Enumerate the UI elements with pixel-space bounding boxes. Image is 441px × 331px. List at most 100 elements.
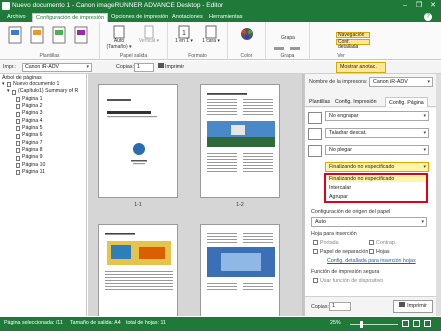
option-not-specified[interactable]: Finalizando no especificado [327, 176, 425, 182]
front-cover-checkbox[interactable]: Portada [313, 240, 339, 246]
template-icon[interactable] [52, 26, 68, 46]
tab-archivo[interactable]: Archivo [4, 13, 29, 22]
option-collate[interactable]: Intercalar [329, 185, 351, 191]
template-icon[interactable] [74, 26, 90, 46]
punch-value: Taladrar descat. [329, 130, 367, 136]
staple-value: No engrapar [329, 113, 359, 119]
minimize-button[interactable]: – [398, 0, 412, 12]
tab-print-config[interactable]: Config. Impresión [335, 99, 377, 105]
page-thumbnail[interactable] [98, 84, 178, 198]
maximize-button[interactable]: ❐ [412, 0, 426, 12]
finishing-value: Finalizando no especificado [329, 164, 395, 170]
zoom-slider-thumb[interactable] [360, 321, 363, 328]
paper-size-button[interactable]: Auto (Tamaño) ▾ [104, 25, 134, 50]
chevron-down-icon: ▾ [423, 113, 426, 119]
print-button[interactable]: Imprimir [393, 300, 433, 313]
tab-page-config[interactable]: Config. Página [385, 97, 428, 107]
device-function-checkbox[interactable]: Usar función de dispositivo [313, 278, 383, 284]
secure-print-label: Función de impresión segura [311, 269, 380, 275]
staple-button[interactable]: Grapa [270, 35, 306, 42]
printer-icon [158, 63, 164, 68]
checkbox-label: Contrap. [376, 240, 397, 246]
tree-page[interactable]: Página 11 [2, 169, 78, 176]
tab-annotations[interactable]: Anotaciones [169, 13, 206, 22]
page-content-image [105, 233, 173, 290]
tree-root[interactable]: ▾ Nuevo documento 1 [2, 81, 78, 88]
tree-page[interactable]: Página 2 [2, 103, 78, 110]
tab-templates[interactable]: Plantillas [309, 99, 330, 105]
page-thumbnail[interactable] [200, 84, 280, 198]
paper-source-select[interactable]: Auto ▾ [311, 217, 427, 227]
fold-select[interactable]: No plegar ▾ [325, 145, 429, 155]
template-icon[interactable] [8, 26, 24, 46]
show-annotations-button[interactable]: Mostrar anotac. [336, 62, 386, 73]
chevron-down-icon: ▾ [86, 64, 89, 70]
page-icon [16, 162, 20, 168]
print-label: Imprimir [407, 303, 427, 309]
app-icon [2, 2, 10, 10]
printer-value: Canon iR-ADV [25, 64, 60, 70]
fit-width-icon[interactable] [413, 320, 420, 327]
insert-settings-link[interactable]: Config. detallada para inserción hojas [327, 258, 416, 264]
punch-select[interactable]: Taladrar descat. ▾ [325, 128, 429, 138]
back-cover-checkbox[interactable]: Contrap. [369, 240, 396, 246]
tree-page[interactable]: Página 8 [2, 147, 78, 154]
tree-page[interactable]: Página 10 [2, 162, 78, 169]
finishing-select[interactable]: Finalizando no especificado ▾ [325, 162, 429, 172]
orientation-icon [144, 25, 154, 39]
fold-preview-icon [308, 145, 322, 157]
template-icon[interactable] [30, 26, 46, 46]
page-thumbnail[interactable] [200, 224, 280, 316]
copies-input[interactable]: 1 [329, 302, 351, 311]
printer-label: Impr.: [3, 64, 17, 70]
navigation-toggle[interactable]: Navegación [336, 32, 370, 38]
tree-page[interactable]: Página 1 [2, 96, 78, 103]
fit-page-icon[interactable] [402, 320, 409, 327]
help-icon[interactable]: ? [424, 13, 432, 21]
color-icon[interactable] [239, 26, 255, 42]
chapter-icon [12, 89, 16, 95]
group-paper: Auto (Tamaño) ▾ Vertical ▾ Papel salida [100, 22, 168, 60]
printer-select[interactable]: Canon iR-ADV ▾ [22, 63, 92, 72]
staple-icon [274, 47, 300, 50]
staple-select[interactable]: No engrapar ▾ [325, 111, 429, 121]
copies-label: Copias: [311, 304, 329, 310]
tree-page[interactable]: Página 7 [2, 140, 78, 147]
zoom-slider[interactable] [350, 324, 398, 325]
tab-tools[interactable]: Herramientas [206, 13, 246, 22]
layout-button[interactable]: 1 1 en 1 ▾ [171, 25, 197, 45]
window-title: Nuevo documento 1 - Canon imageRUNNER AD… [12, 2, 224, 9]
tree-page[interactable]: Página 5 [2, 125, 78, 132]
tree-page[interactable]: Página 9 [2, 154, 78, 161]
copies-input[interactable]: 1 [134, 63, 154, 72]
option-group[interactable]: Agrupar [329, 194, 348, 200]
settings-scrollbar[interactable] [436, 74, 441, 316]
separator-paper-checkbox[interactable]: Papel de separación [313, 249, 368, 255]
sheets-checkbox[interactable]: Hojas [369, 249, 390, 255]
tab-print-options[interactable]: Opciones de impresión [108, 13, 171, 22]
print-button[interactable]: Imprimir [158, 63, 186, 72]
group-label: Color [240, 53, 253, 59]
tree-chapter[interactable]: ▾ (Capítulo1) Summary of R [2, 88, 78, 95]
paper-icon [113, 25, 125, 39]
finishing-dropdown-list[interactable]: Finalizando no especificado Intercalar A… [324, 173, 428, 203]
printer-name-select[interactable]: Canon iR-ADV ▾ [369, 77, 433, 87]
detailed-settings-toggle[interactable]: Conf. detallada [336, 39, 370, 50]
sides-label: 1 cara ▾ [202, 38, 220, 44]
full-screen-icon[interactable] [424, 320, 431, 327]
tree-page[interactable]: Página 3 [2, 110, 78, 117]
chevron-down-icon: ▾ [423, 130, 426, 136]
tree-page[interactable]: Página 6 [2, 132, 78, 139]
chevron-down-icon: ▾ [421, 219, 424, 225]
chevron-down-icon: ▾ [427, 79, 430, 85]
page-icon [16, 170, 20, 176]
paper-size-label: Auto (Tamaño) ▾ [106, 38, 132, 50]
tree-page[interactable]: Página 4 [2, 118, 78, 125]
page-preview-area[interactable]: 1-1 1-2 [88, 74, 302, 316]
paper-source-value: Auto [315, 219, 326, 225]
page-thumbnail[interactable] [98, 224, 178, 316]
orientation-button[interactable]: Vertical ▾ [134, 25, 164, 45]
close-button[interactable]: ✕ [426, 0, 440, 12]
tab-print-settings[interactable]: Configuración de impresión [32, 13, 109, 22]
sides-button[interactable]: 1 cara ▾ [198, 25, 224, 45]
